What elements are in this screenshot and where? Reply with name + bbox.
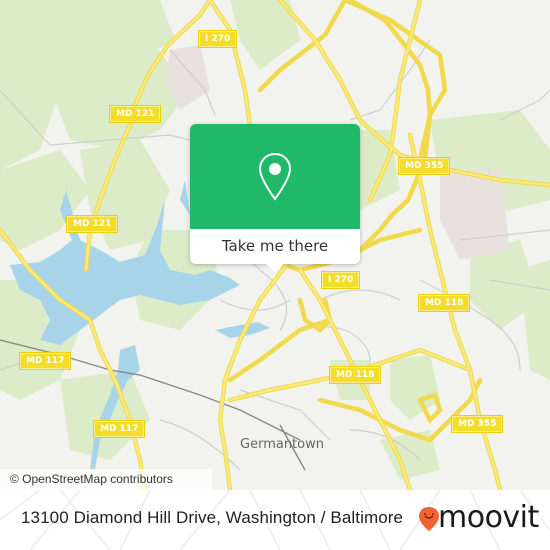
moovit-wordmark: moovit (438, 500, 539, 535)
road-label-md118-center: MD 118 (330, 367, 381, 383)
road-label-md355-south: MD 355 (452, 416, 503, 432)
road-label-md121-south: MD 121 (67, 216, 118, 232)
road-label-i270-north: I 270 (199, 31, 237, 47)
location-popup: Take me there (190, 124, 360, 272)
road-label-md117-west: MD 117 (20, 353, 71, 369)
footer-bar: 13100 Diamond Hill Drive, Washington / B… (0, 490, 550, 550)
map-attribution[interactable]: © OpenStreetMap contributors (0, 469, 212, 490)
road-label-md121-north: MD 121 (110, 106, 161, 122)
road-label-md118-east: MD 118 (419, 295, 470, 311)
popup-header (190, 124, 360, 229)
map-canvas[interactable]: I 270 MD 121 MD 121 MD 355 I 270 MD 118 … (0, 0, 550, 490)
moovit-logo[interactable]: moovit (418, 500, 543, 539)
popup-pointer (266, 264, 284, 272)
moovit-pin-icon (419, 507, 439, 531)
road-label-md355-north: MD 355 (399, 158, 450, 174)
map-pin-icon (258, 152, 292, 201)
address-text: 13100 Diamond Hill Drive, Washington / B… (21, 508, 404, 527)
road-label-md117-south: MD 117 (94, 421, 145, 437)
place-label-germantown: Germantown (240, 437, 324, 452)
take-me-there-button[interactable]: Take me there (190, 229, 360, 264)
road-label-i270-south: I 270 (322, 272, 360, 288)
